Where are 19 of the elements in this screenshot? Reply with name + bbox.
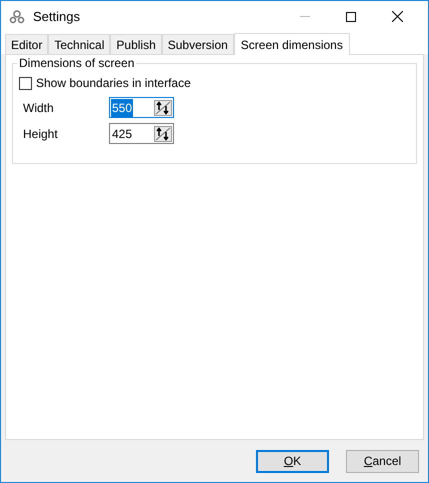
- dialog-button[interactable]: Cancel: [346, 450, 419, 472]
- spinner-icon[interactable]: [154, 126, 172, 142]
- field-label: Height: [23, 126, 59, 142]
- checkbox-label: Show boundaries in interface: [36, 75, 191, 92]
- checkbox[interactable]: [19, 76, 32, 90]
- number-field[interactable]: 425: [109, 123, 174, 144]
- tab[interactable]: Publish: [110, 34, 162, 54]
- dialog-button[interactable]: OK: [256, 450, 329, 472]
- tab[interactable]: Subversion: [162, 34, 234, 54]
- group-title: Dimensions of screen: [17, 56, 136, 70]
- number-field[interactable]: 550: [109, 97, 174, 118]
- window-title: Settings: [33, 8, 80, 26]
- tab[interactable]: Technical: [48, 34, 110, 54]
- tab[interactable]: Screen dimensions: [234, 33, 350, 55]
- tab[interactable]: Editor: [5, 34, 48, 54]
- close-icon: [392, 11, 402, 22]
- gears-icon: [9, 10, 25, 24]
- spinner-icon[interactable]: [154, 100, 172, 116]
- field-label: Width: [23, 100, 55, 116]
